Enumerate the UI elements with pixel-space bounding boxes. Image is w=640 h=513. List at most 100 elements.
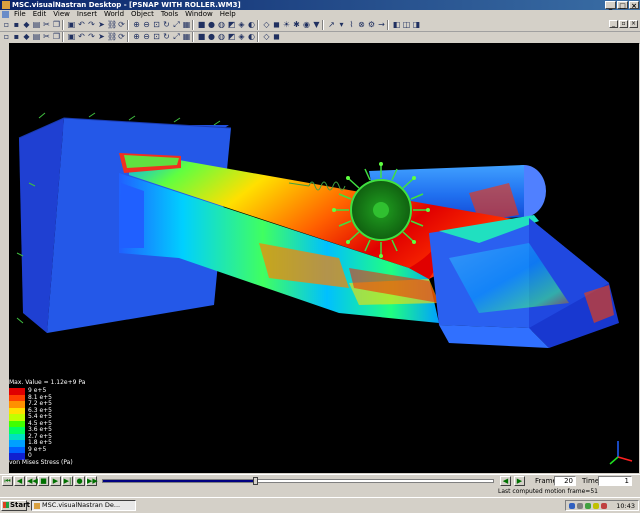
save-icon[interactable]: ◆ <box>22 20 31 29</box>
tray-alert-icon[interactable] <box>593 503 599 509</box>
frame-back-button[interactable]: ◀ <box>500 476 511 486</box>
menu-tools[interactable]: Tools <box>161 10 178 19</box>
frame-slider[interactable] <box>102 477 494 485</box>
view-icon[interactable]: ▣ <box>67 32 76 41</box>
color-icon[interactable]: ◐ <box>247 20 256 29</box>
frame-forward-button[interactable]: ▶ <box>514 476 525 486</box>
rotate-obj-icon[interactable]: ■ <box>197 32 206 41</box>
tray-network-icon[interactable] <box>569 503 575 509</box>
stop-icon[interactable]: ■ <box>38 476 49 486</box>
zoom-in-icon[interactable]: ⊕ <box>132 20 141 29</box>
attach-icon[interactable]: ◼ <box>272 32 281 41</box>
measure-icon[interactable]: ◇ <box>262 32 271 41</box>
document-icon[interactable] <box>2 11 9 18</box>
record-icon[interactable]: ● <box>74 476 85 486</box>
3d-viewport[interactable]: Max. Value = 1.12e+9 Pa 9 e+5 8.1 e+5 7.2 … <box>9 43 639 473</box>
scale-icon[interactable]: ● <box>207 32 216 41</box>
arrow-select-icon[interactable]: ⤢ <box>172 32 181 41</box>
grid-icon[interactable]: ▦ <box>182 20 191 29</box>
tray-volume-icon[interactable] <box>577 503 583 509</box>
pointer-icon[interactable]: ➤ <box>97 20 106 29</box>
extrude-icon[interactable]: ◩ <box>227 20 236 29</box>
print-icon[interactable]: ▤ <box>32 20 41 29</box>
move-icon[interactable]: ▦ <box>182 32 191 41</box>
snap-icon[interactable]: ◍ <box>217 32 226 41</box>
fast-forward-icon[interactable]: ▶▶ <box>86 476 98 486</box>
light-alt-icon[interactable]: ✱ <box>292 20 301 29</box>
align-icon[interactable]: ◩ <box>227 32 236 41</box>
top-icon[interactable]: ⟳ <box>117 32 126 41</box>
camera-view-icon[interactable]: ↶ <box>77 32 86 41</box>
zoom-icon[interactable]: ✂ <box>42 32 51 41</box>
menu-window[interactable]: Window <box>185 10 213 19</box>
iso-icon[interactable]: ⊖ <box>142 32 151 41</box>
rewind-icon[interactable]: ◀◀ <box>26 476 38 486</box>
maximize-button[interactable]: □ <box>617 1 628 10</box>
cylinder-icon[interactable]: ● <box>207 20 216 29</box>
box3-icon[interactable]: ◨ <box>412 20 421 29</box>
walk-icon[interactable]: ◆ <box>22 32 31 41</box>
step-forward-icon[interactable]: ▶| <box>62 476 73 486</box>
mesh-icon[interactable]: ◈ <box>237 20 246 29</box>
fit-icon[interactable]: ⤢ <box>172 20 181 29</box>
time-field[interactable]: 1 <box>598 476 632 486</box>
zoom-out-icon[interactable]: ⊖ <box>142 20 151 29</box>
taskbar-app-button[interactable]: MSC.visualNastran De... <box>31 500 136 511</box>
play-icon[interactable]: ▶ <box>50 476 61 486</box>
fly-icon[interactable]: ▤ <box>32 32 41 41</box>
force-icon[interactable]: → <box>377 20 386 29</box>
camera-icon[interactable]: ◉ <box>302 20 311 29</box>
paste-icon[interactable]: ▣ <box>67 20 76 29</box>
grid-view-icon[interactable]: ↷ <box>87 32 96 41</box>
frame-field[interactable]: 20 <box>554 476 576 486</box>
link-icon[interactable]: ⛓ <box>107 20 117 29</box>
tray-misc-icon[interactable] <box>601 503 607 509</box>
flat-icon[interactable]: ↻ <box>162 32 171 41</box>
copy-icon[interactable]: ❐ <box>52 20 61 29</box>
menu-insert[interactable]: Insert <box>77 10 97 19</box>
wireframe-icon[interactable]: ◇ <box>262 20 271 29</box>
filter-icon[interactable]: ▼ <box>312 20 321 29</box>
redo-icon[interactable]: ↷ <box>87 20 96 29</box>
close-button[interactable]: × <box>629 1 639 10</box>
frame-slider-thumb[interactable] <box>253 477 259 485</box>
joint-icon[interactable]: ⊗ <box>357 20 366 29</box>
minimize-button[interactable]: _ <box>605 1 616 10</box>
undo-icon[interactable]: ↶ <box>77 20 86 29</box>
start-button[interactable]: Start <box>1 500 30 511</box>
object-icon[interactable]: ◧ <box>392 20 401 29</box>
new-icon[interactable]: ▫ <box>2 20 11 29</box>
light-icon[interactable]: ☀ <box>282 20 291 29</box>
front-icon[interactable]: ⛓ <box>107 32 117 41</box>
arrow-icon[interactable]: ↗ <box>327 20 336 29</box>
spring-icon[interactable]: ⌇ <box>347 20 356 29</box>
cut-icon[interactable]: ✂ <box>42 20 51 29</box>
refresh-icon[interactable]: ↻ <box>162 20 171 29</box>
dolly-icon[interactable]: ❐ <box>52 32 61 41</box>
coord-icon[interactable]: ◐ <box>247 32 256 41</box>
menu-help[interactable]: Help <box>220 10 236 19</box>
menu-object[interactable]: Object <box>131 10 154 19</box>
sphere-icon[interactable]: ◍ <box>217 20 226 29</box>
point-icon[interactable]: ◈ <box>237 32 246 41</box>
shade-icon[interactable]: ◼ <box>272 20 281 29</box>
menu-world[interactable]: World <box>104 10 124 19</box>
perspective-icon[interactable]: ➤ <box>97 32 106 41</box>
motor-icon[interactable]: ⚙ <box>367 20 376 29</box>
tray-app-icon[interactable] <box>585 503 591 509</box>
zoom-window-icon[interactable]: ⊡ <box>152 20 161 29</box>
render-icon[interactable]: ⊡ <box>152 32 161 41</box>
menu-view[interactable]: View <box>53 10 70 19</box>
box2-icon[interactable]: ◫ <box>402 20 411 29</box>
orbit-icon[interactable]: ▪ <box>12 32 21 41</box>
box-icon[interactable]: ■ <box>197 20 206 29</box>
open-icon[interactable]: ▪ <box>12 20 21 29</box>
menu-edit[interactable]: Edit <box>33 10 47 19</box>
rotate-icon[interactable]: ⟳ <box>117 20 126 29</box>
menu-file[interactable]: File <box>14 10 26 19</box>
reset-icon[interactable]: ⏮ <box>2 476 13 486</box>
pan-icon[interactable]: ▫ <box>2 32 11 41</box>
side-icon[interactable]: ⊕ <box>132 32 141 41</box>
step-back-icon[interactable]: ◀ <box>14 476 25 486</box>
select-dropdown-icon[interactable]: ▾ <box>337 20 346 29</box>
